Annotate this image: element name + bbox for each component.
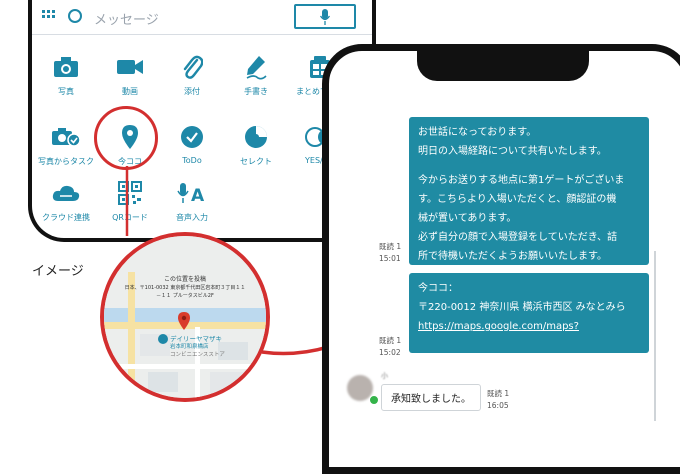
scrollbar[interactable] — [654, 251, 656, 421]
microphone-icon — [320, 9, 330, 25]
message-meta: 既読 1 16:05 — [487, 388, 509, 412]
qr-code-icon — [118, 181, 142, 205]
phone-notch — [417, 51, 589, 81]
menu-item-label: 写真からタスク — [38, 157, 94, 166]
online-status-dot — [369, 395, 379, 405]
map-marker-icon — [178, 312, 190, 330]
read-status: 既読 1 — [379, 242, 402, 251]
menu-item-label: 手書き — [244, 87, 268, 96]
emoji-icon[interactable] — [68, 9, 82, 23]
svg-text:A: A — [191, 186, 205, 205]
map-popup-address-2: －１１ プルータスビル2F — [156, 293, 214, 299]
menu-item-label: 音声入力 — [176, 213, 208, 222]
voice-input-icon: A — [177, 183, 205, 205]
timestamp: 15:01 — [379, 254, 401, 263]
pen-icon — [246, 56, 267, 80]
poi-branch: 岩本町和泉橋店 — [170, 344, 209, 350]
read-status: 既読 1 — [487, 389, 510, 398]
menu-item-label: ToDo — [182, 156, 202, 165]
menu-item-label: QRコード — [112, 213, 148, 222]
photo-task-icon — [52, 128, 81, 147]
menu-item-label: セレクト — [240, 157, 272, 166]
menu-item-label: クラウド連携 — [42, 213, 90, 222]
connector-line — [125, 166, 129, 236]
menu-item-voice-input[interactable]: A 音声入力 — [160, 178, 224, 223]
timestamp: 15:02 — [379, 348, 401, 357]
reply-bubble[interactable]: 承知致しました。 — [381, 384, 481, 411]
read-status: 既読 1 — [379, 336, 402, 345]
menu-item-photo[interactable]: 写真 — [34, 52, 98, 97]
menu-item-qr-code[interactable]: QRコード — [98, 178, 162, 223]
message-compose-bar: メッセージ — [32, 0, 372, 35]
sender-name: 小 — [381, 372, 388, 380]
message-bubble-location[interactable]: 今ココ： 〒220-0012 神奈川県 横浜市西区 みなとみら https://… — [409, 273, 649, 353]
poi-category: コンビニエンスストア — [170, 352, 225, 358]
map-link[interactable]: https://maps.google.com/maps? — [418, 321, 579, 332]
menu-item-label: 写真 — [58, 87, 74, 96]
menu-item-video[interactable]: 動画 — [98, 52, 162, 97]
menu-item-cloud[interactable]: クラウド連携 — [34, 178, 98, 223]
select-icon — [245, 126, 267, 148]
location-heading: 今ココ： — [418, 283, 458, 294]
message-line: 明日の入場経路について共有いたします。 — [418, 146, 607, 157]
menu-item-attach[interactable]: 添付 — [160, 52, 224, 97]
map-popup-address-1: 日本、〒101-0032 東京都千代田区岩本町３丁目１１ — [124, 285, 246, 291]
menu-item-handwriting[interactable]: 手書き — [224, 52, 288, 97]
map-popup-title: この位置を投稿 — [163, 276, 206, 283]
menu-item-select[interactable]: セレクト — [224, 122, 288, 167]
menu-item-label: 添付 — [184, 87, 200, 96]
highlight-circle — [94, 106, 158, 170]
paperclip-icon — [183, 55, 203, 79]
message-line: す。こちらより入場いただくと、顔認証の機 — [418, 194, 617, 205]
timestamp: 16:05 — [487, 401, 509, 410]
menu-item-label: 動画 — [122, 87, 138, 96]
message-line: 所で待機いただくようお願いいたします。 — [418, 251, 607, 262]
cloud-icon — [52, 185, 80, 201]
map-zoom-circle: この位置を投稿 日本、〒101-0032 東京都千代田区岩本町３丁目１１ －１１… — [100, 232, 270, 402]
image-label: イメージ — [32, 264, 84, 279]
microphone-button[interactable] — [294, 4, 356, 29]
message-line: 今からお送りする地点に第1ゲートがございま — [418, 175, 625, 186]
menu-item-photo-task[interactable]: 写真からタスク — [34, 122, 98, 167]
store-icon — [158, 334, 168, 344]
message-line: お世話になっております。 — [418, 127, 537, 138]
message-input[interactable]: メッセージ — [94, 9, 159, 28]
message-line: 械が置いてあります。 — [418, 213, 517, 224]
location-address: 〒220-0012 神奈川県 横浜市西区 みなとみら — [418, 302, 626, 313]
todo-check-icon — [181, 126, 203, 148]
message-meta: 既読 1 15:01 — [379, 241, 401, 265]
message-bubble-instructions[interactable]: お世話になっております。 明日の入場経路について共有いたします。 今からお送りす… — [409, 117, 649, 265]
menu-item-todo[interactable]: ToDo — [160, 122, 224, 165]
keyboard-grid-icon[interactable] — [42, 10, 56, 20]
message-line: 必ず自分の顔で入場登録をしていただき、詰 — [418, 232, 617, 243]
video-icon — [117, 60, 143, 74]
message-meta: 既読 1 15:02 — [379, 335, 401, 359]
right-phone-screen: お世話になっております。 明日の入場経路について共有いたします。 今からお送りす… — [322, 44, 680, 474]
camera-icon — [54, 57, 78, 77]
